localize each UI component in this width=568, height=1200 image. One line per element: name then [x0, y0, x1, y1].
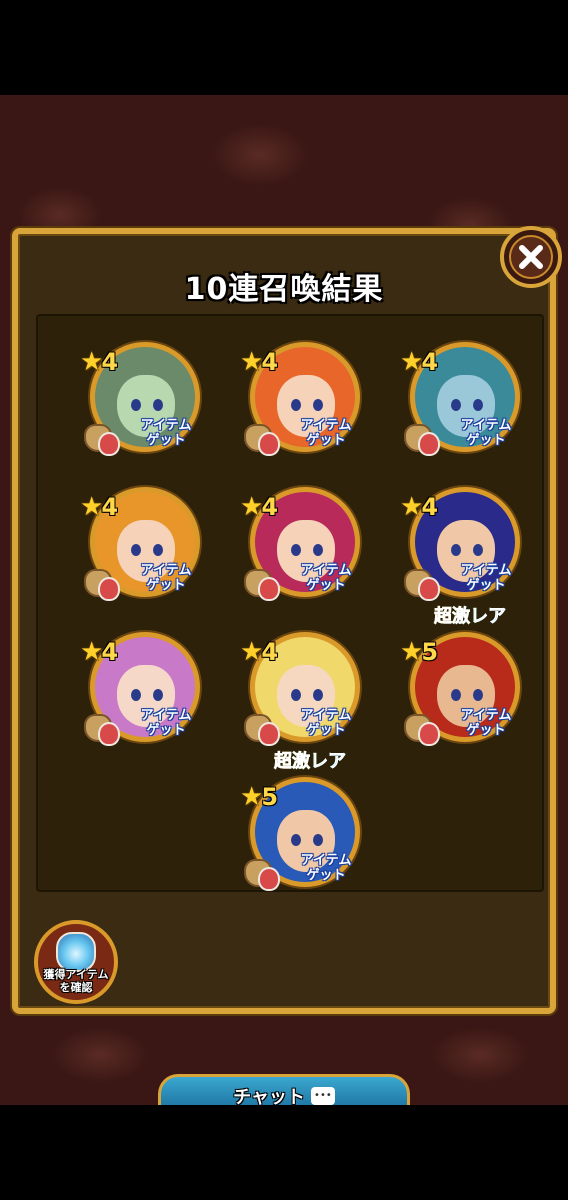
- star-icon: ★: [80, 637, 104, 667]
- rarity-value: 4: [421, 348, 439, 376]
- star-icon: ★: [400, 492, 424, 522]
- eye: [131, 399, 141, 411]
- item-get-label: アイテム ゲット: [300, 708, 352, 738]
- item-get-label: アイテム ゲット: [300, 853, 352, 883]
- star-icon: ★: [400, 637, 424, 667]
- summon-result-card[interactable]: ★ 4 アイテム ゲット: [398, 334, 528, 464]
- eye: [473, 399, 483, 411]
- potion-icon: [418, 577, 440, 601]
- rarity-value: 4: [421, 493, 439, 521]
- rarity-badge: ★ 5: [240, 783, 278, 811]
- summon-result-card[interactable]: ★ 4 アイテム ゲット: [78, 624, 208, 754]
- eye: [451, 544, 461, 556]
- rarity-badge: ★ 4: [240, 493, 278, 521]
- check-items-button[interactable]: 獲得アイテム を確認: [34, 920, 118, 1004]
- potion-icon: [98, 432, 120, 456]
- star-icon: ★: [240, 782, 264, 812]
- super-rare-label: 超激レア: [410, 602, 530, 628]
- rarity-value: 4: [101, 638, 119, 666]
- potion-icon: [258, 577, 280, 601]
- eye: [291, 399, 301, 411]
- summon-result-card[interactable]: 超激レア ★ 5 アイテム ゲット: [238, 751, 368, 899]
- eye: [131, 544, 141, 556]
- rarity-badge: ★ 4: [400, 493, 438, 521]
- eye: [313, 399, 323, 411]
- eye: [131, 689, 141, 701]
- star-icon: ★: [240, 347, 264, 377]
- summon-result-card[interactable]: ★ 4 アイテム ゲット: [398, 479, 528, 609]
- summon-result-card[interactable]: ★ 4 アイテム ゲット: [78, 479, 208, 609]
- status-bar: [0, 0, 568, 95]
- rarity-badge: ★ 4: [240, 348, 278, 376]
- eye: [153, 399, 163, 411]
- potion-icon: [98, 577, 120, 601]
- close-icon: [509, 235, 553, 279]
- potion-icon: [418, 722, 440, 746]
- eye: [313, 544, 323, 556]
- chat-bubble-icon: •••: [310, 1086, 335, 1105]
- item-get-label: アイテム ゲット: [460, 563, 512, 593]
- item-get-label: アイテム ゲット: [140, 418, 192, 448]
- results-panel: ★ 4 アイテム ゲット ★ 4 アイテム ゲット ★ 4 アイテム ゲット ★…: [36, 314, 544, 892]
- potion-icon: [258, 432, 280, 456]
- star-icon: ★: [400, 347, 424, 377]
- eye: [153, 689, 163, 701]
- eye: [451, 399, 461, 411]
- potion-icon: [258, 722, 280, 746]
- summon-result-card[interactable]: ★ 4 アイテム ゲット: [78, 334, 208, 464]
- dialog-title: 10連召喚結果: [184, 272, 384, 307]
- potion-icon: [98, 722, 120, 746]
- rarity-value: 4: [261, 638, 279, 666]
- eye: [291, 544, 301, 556]
- rarity-value: 4: [101, 493, 119, 521]
- item-get-label: アイテム ゲット: [300, 418, 352, 448]
- rarity-badge: ★ 4: [400, 348, 438, 376]
- star-icon: ★: [80, 347, 104, 377]
- rarity-badge: ★ 4: [80, 493, 118, 521]
- potion-icon: [418, 432, 440, 456]
- close-button[interactable]: [500, 226, 562, 288]
- eye: [291, 834, 301, 846]
- rarity-value: 4: [261, 493, 279, 521]
- summon-result-card[interactable]: ★ 4 アイテム ゲット: [238, 624, 368, 754]
- summon-results-dialog: 10連召喚結果 ★ 4 アイテム ゲット ★ 4 アイテム ゲット ★ 4 アイ…: [12, 228, 556, 1014]
- super-rare-label: 超激レア: [250, 747, 370, 773]
- eye: [473, 689, 483, 701]
- summon-result-card[interactable]: ★ 4 アイテム ゲット: [238, 479, 368, 609]
- rarity-badge: ★ 4: [80, 348, 118, 376]
- eye: [451, 689, 461, 701]
- rarity-value: 4: [261, 348, 279, 376]
- rarity-badge: ★ 5: [400, 638, 438, 666]
- rarity-badge: ★ 4: [240, 638, 278, 666]
- rarity-value: 5: [421, 638, 439, 666]
- item-get-label: アイテム ゲット: [140, 563, 192, 593]
- eye: [153, 544, 163, 556]
- eye: [313, 834, 323, 846]
- star-icon: ★: [80, 492, 104, 522]
- item-jar-icon: [56, 932, 96, 972]
- eye: [473, 544, 483, 556]
- item-get-label: アイテム ゲット: [300, 563, 352, 593]
- potion-icon: [258, 867, 280, 891]
- check-items-label: 獲得アイテム を確認: [43, 968, 109, 994]
- navigation-bar: [0, 1105, 568, 1200]
- summon-result-card[interactable]: 超激レア ★ 5 アイテム ゲット: [398, 606, 528, 754]
- eye: [291, 689, 301, 701]
- item-get-label: アイテム ゲット: [140, 708, 192, 738]
- rarity-value: 4: [101, 348, 119, 376]
- rarity-badge: ★ 4: [80, 638, 118, 666]
- star-icon: ★: [240, 637, 264, 667]
- item-get-label: アイテム ゲット: [460, 418, 512, 448]
- star-icon: ★: [240, 492, 264, 522]
- rarity-value: 5: [261, 783, 279, 811]
- item-get-label: アイテム ゲット: [460, 708, 512, 738]
- summon-result-card[interactable]: ★ 4 アイテム ゲット: [238, 334, 368, 464]
- eye: [313, 689, 323, 701]
